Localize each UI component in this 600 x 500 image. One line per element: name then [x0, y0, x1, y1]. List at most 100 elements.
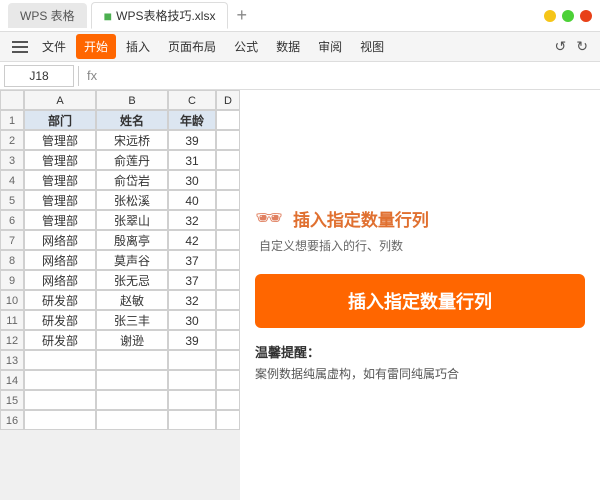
dept-cell[interactable] [24, 350, 96, 370]
insert-rows-button[interactable]: 插入指定数量行列 [255, 274, 585, 328]
age-cell[interactable]: 年龄 [168, 110, 216, 130]
age-cell[interactable]: 32 [168, 290, 216, 310]
dept-cell[interactable]: 部门 [24, 110, 96, 130]
name-cell[interactable]: 俞莲丹 [96, 150, 168, 170]
cell-reference-input[interactable] [4, 65, 74, 87]
name-cell[interactable]: 姓名 [96, 110, 168, 130]
table-row: 16 [0, 410, 240, 430]
col-header-c: C [168, 90, 216, 110]
dept-cell[interactable]: 研发部 [24, 290, 96, 310]
empty-cell [216, 190, 240, 210]
menu-file[interactable]: 文件 [34, 34, 74, 59]
row-number: 5 [0, 190, 24, 210]
name-cell[interactable]: 张三丰 [96, 310, 168, 330]
close-button[interactable] [580, 10, 592, 22]
row-number: 6 [0, 210, 24, 230]
name-cell[interactable]: 宋远桥 [96, 130, 168, 150]
age-cell[interactable] [168, 410, 216, 430]
name-cell[interactable] [96, 390, 168, 410]
undo-button[interactable]: ↺ [551, 36, 571, 57]
name-cell[interactable]: 张无忌 [96, 270, 168, 290]
dept-cell[interactable] [24, 410, 96, 430]
hamburger-menu[interactable] [8, 37, 32, 57]
menu-insert[interactable]: 插入 [118, 34, 158, 59]
name-cell[interactable]: 赵敏 [96, 290, 168, 310]
dept-cell[interactable]: 研发部 [24, 330, 96, 350]
warm-tip-text: 案例数据纯属虚构，如有雷同纯属巧合 [255, 365, 459, 384]
age-cell[interactable]: 37 [168, 270, 216, 290]
promo-title: 插入指定数量行列 [293, 206, 429, 231]
name-cell[interactable]: 莫声谷 [96, 250, 168, 270]
age-cell[interactable] [168, 350, 216, 370]
age-cell[interactable]: 30 [168, 170, 216, 190]
name-cell[interactable]: 张翠山 [96, 210, 168, 230]
row-number: 2 [0, 130, 24, 150]
dept-cell[interactable]: 管理部 [24, 150, 96, 170]
name-cell[interactable]: 俞岱岩 [96, 170, 168, 190]
table-row: 13 [0, 350, 240, 370]
empty-cell [216, 390, 240, 410]
file-icon: ■ [104, 8, 112, 24]
age-cell[interactable]: 42 [168, 230, 216, 250]
dept-cell[interactable]: 管理部 [24, 190, 96, 210]
age-cell[interactable]: 30 [168, 310, 216, 330]
row-number: 10 [0, 290, 24, 310]
age-cell[interactable]: 32 [168, 210, 216, 230]
name-cell[interactable] [96, 410, 168, 430]
age-cell[interactable]: 39 [168, 330, 216, 350]
dept-cell[interactable]: 管理部 [24, 170, 96, 190]
minimize-button[interactable] [544, 10, 556, 22]
age-cell[interactable]: 40 [168, 190, 216, 210]
empty-cell [216, 270, 240, 290]
age-cell[interactable] [168, 390, 216, 410]
tab-bar: WPS 表格 ■ WPS表格技巧.xlsx + [8, 2, 532, 29]
empty-cell [216, 370, 240, 390]
dept-cell[interactable]: 研发部 [24, 310, 96, 330]
menu-review[interactable]: 审阅 [310, 34, 350, 59]
menu-home[interactable]: 开始 [76, 34, 116, 59]
add-tab-button[interactable]: + [232, 5, 251, 26]
dept-cell[interactable] [24, 370, 96, 390]
age-cell[interactable]: 39 [168, 130, 216, 150]
row-number: 7 [0, 230, 24, 250]
table-row: 6管理部张翠山32 [0, 210, 240, 230]
age-cell[interactable]: 37 [168, 250, 216, 270]
name-cell[interactable]: 张松溪 [96, 190, 168, 210]
table-row: 15 [0, 390, 240, 410]
row-number: 1 [0, 110, 24, 130]
dept-cell[interactable]: 管理部 [24, 210, 96, 230]
redo-button[interactable]: ↻ [572, 36, 592, 57]
menu-data[interactable]: 数据 [268, 34, 308, 59]
formula-input[interactable] [105, 65, 596, 87]
maximize-button[interactable] [562, 10, 574, 22]
row-number: 12 [0, 330, 24, 350]
name-cell[interactable]: 殷离亭 [96, 230, 168, 250]
formula-divider [78, 66, 79, 86]
table-row: 14 [0, 370, 240, 390]
row-number: 8 [0, 250, 24, 270]
name-cell[interactable] [96, 350, 168, 370]
empty-cell [216, 310, 240, 330]
menu-layout[interactable]: 页面布局 [160, 34, 224, 59]
dept-cell[interactable]: 网络部 [24, 270, 96, 290]
tab-active-file[interactable]: ■ WPS表格技巧.xlsx [91, 2, 229, 29]
dept-cell[interactable]: 网络部 [24, 230, 96, 250]
row-number: 4 [0, 170, 24, 190]
menu-view[interactable]: 视图 [352, 34, 392, 59]
empty-cell [216, 110, 240, 130]
age-cell[interactable] [168, 370, 216, 390]
sheet-left-panel: A B C D 1部门姓名年龄2管理部宋远桥393管理部俞莲丹314管理部俞岱岩… [0, 90, 240, 500]
menu-formula[interactable]: 公式 [226, 34, 266, 59]
age-cell[interactable]: 31 [168, 150, 216, 170]
name-cell[interactable] [96, 370, 168, 390]
dept-cell[interactable] [24, 390, 96, 410]
col-header-d: D [216, 90, 240, 110]
dept-cell[interactable]: 网络部 [24, 250, 96, 270]
row-number: 15 [0, 390, 24, 410]
dept-cell[interactable]: 管理部 [24, 130, 96, 150]
name-cell[interactable]: 谢逊 [96, 330, 168, 350]
table-row: 12研发部谢逊39 [0, 330, 240, 350]
active-tab-label: WPS表格技巧.xlsx [116, 7, 215, 24]
tab-wps-table[interactable]: WPS 表格 [8, 3, 87, 28]
table-row: 11研发部张三丰30 [0, 310, 240, 330]
